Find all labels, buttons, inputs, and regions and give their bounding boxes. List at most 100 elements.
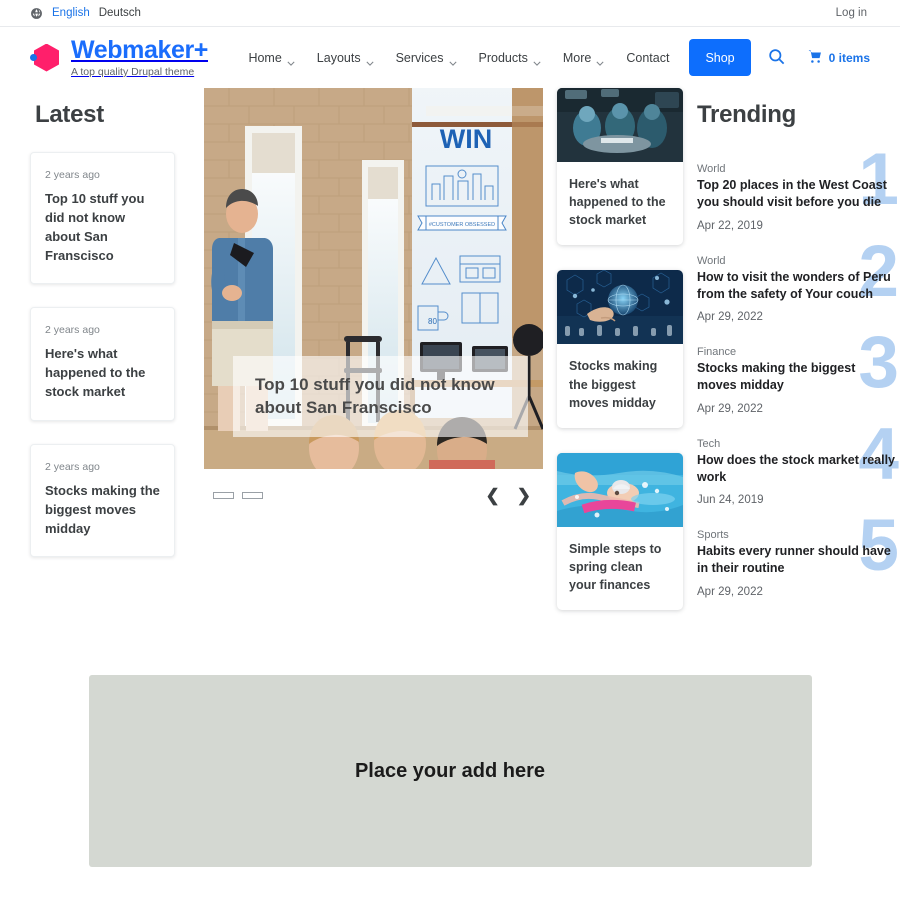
trending-item[interactable]: 4 Tech How does the stock market really … [697,418,899,507]
hero-caption: Top 10 stuff you did not know about San … [233,356,528,437]
top-content-region: Latest 2 years ago Top 10 stuff you did … [0,88,900,635]
trending-title: Stocks making the biggest moves midday [697,361,856,393]
nav-item-more[interactable]: More [552,50,615,66]
trending-title: How to visit the wonders of Peru from th… [697,269,891,301]
trending-title: Habits every runner should have in their… [697,544,891,576]
latest-card-title: Top 10 stuff you did not know about San … [45,191,145,263]
chevron-down-icon [596,55,604,66]
trending-title: Top 20 places in the West Coast you shou… [697,178,887,210]
nav-label: Contact [626,50,670,65]
latest-card-date: 2 years ago [45,324,100,337]
utility-bar: English Deutsch Log in [0,0,900,27]
trending-date: Apr 29, 2022 [697,585,763,598]
chevron-left-icon[interactable]: ❮ [486,487,500,504]
swimmer-photo [557,452,683,527]
ad-placeholder-text: Place your add here [354,759,546,782]
chevron-down-icon [448,55,457,66]
search-icon [767,47,786,69]
brand-logo[interactable]: Webmaker+ A top quality Drupal theme [30,35,208,78]
trending-category: Sports [697,529,729,541]
article-card[interactable]: Stocks making the biggest moves midday [557,270,683,428]
nav-item-services[interactable]: Services [385,50,468,66]
surgery-photo [557,88,683,162]
search-button[interactable] [767,47,786,69]
nav-label: More [562,50,592,65]
trending-heading: Trending [697,101,796,128]
trending-item[interactable]: 2 World How to visit the wonders of Peru… [697,235,899,324]
nav-label: Services [395,50,444,65]
trending-list: 1 World Top 20 places in the West Coast … [697,143,899,598]
featured-cards-column: Here's what happened to the stock market [557,88,683,635]
hero-carousel: WIN #CUSTOMER OBSESSED 80 Top 10 stuff y… [204,88,543,635]
trending-date: Apr 29, 2022 [697,311,763,323]
chevron-down-icon [366,55,374,66]
article-card-body: Stocks making the biggest moves midday [557,344,683,427]
trending-item[interactable]: 5 Sports Habits every runner should have… [697,509,899,598]
nav-label: Layouts [316,50,361,65]
chevron-down-icon [533,55,541,66]
article-card[interactable]: Here's what happened to the stock market [557,88,683,246]
article-card-image [557,270,683,345]
carousel-dot-1[interactable] [213,491,234,499]
page-root: English Deutsch Log in Webmaker+ A top q… [0,0,900,900]
hero-slide[interactable]: WIN #CUSTOMER OBSESSED 80 Top 10 stuff y… [204,88,543,469]
trending-item[interactable]: 1 World Top 20 places in the West Coast … [697,143,899,232]
main-navigation: Home Layouts Services Products More Cont… [237,39,870,76]
nav-item-home[interactable]: Home [237,50,305,66]
nav-item-contact[interactable]: Contact [615,51,680,65]
shop-button[interactable]: Shop [689,39,751,76]
brand-tagline: A top quality Drupal theme [71,65,195,78]
latest-card[interactable]: 2 years ago Stocks making the biggest mo… [30,443,175,558]
nav-label: Products [478,50,528,65]
tech-globe-photo [557,270,683,345]
article-card-title: Stocks making the biggest moves midday [569,359,658,410]
latest-card-title: Stocks making the biggest moves midday [45,482,160,536]
nav-label: Home [248,50,282,65]
trending-date: Jun 24, 2019 [697,494,764,506]
article-card-image [557,88,683,162]
article-card-image [557,452,683,527]
trending-category: World [697,254,726,267]
nav-item-products[interactable]: Products [468,50,552,66]
cart-icon [808,49,823,67]
svg-text:WIN: WIN [440,124,492,154]
chevron-right-icon[interactable]: ❯ [517,487,531,504]
article-card-body: Here's what happened to the stock market [557,162,683,245]
trending-column: Trending 1 World Top 20 places in the We… [697,88,899,635]
trending-item[interactable]: 3 Finance Stocks making the biggest move… [697,326,899,415]
latest-column: Latest 2 years ago Top 10 stuff you did … [30,88,175,635]
ad-placeholder[interactable]: Place your add here [88,675,812,868]
brand-name: Webmaker+ [71,35,208,64]
language-deutsch[interactable]: Deutsch [99,7,141,19]
brand-text: Webmaker+ A top quality Drupal theme [71,35,208,78]
hexagon-logo-icon [30,42,60,74]
site-header: Webmaker+ A top quality Drupal theme Hom… [0,27,900,88]
trending-date: Apr 29, 2022 [697,402,763,415]
trending-category: World [697,163,726,175]
latest-card-title: Here's what happened to the stock market [45,346,146,400]
cart-link[interactable]: 0 items [808,49,870,67]
latest-heading: Latest [35,101,104,128]
latest-card-date: 2 years ago [45,460,100,473]
trending-category: Tech [697,437,721,450]
carousel-arrows: ❮ ❯ [486,487,544,504]
svg-text:#CUSTOMER OBSESSED: #CUSTOMER OBSESSED [429,222,495,228]
cart-count-label: 0 items [828,50,870,65]
carousel-dot-2[interactable] [242,491,263,499]
latest-card[interactable]: 2 years ago Top 10 stuff you did not kno… [30,152,175,285]
trending-title: How does the stock market really work [697,452,895,484]
article-card-body: Simple steps to spring clean your financ… [557,527,683,610]
latest-card[interactable]: 2 years ago Here's what happened to the … [30,307,175,421]
globe-icon [30,7,43,20]
login-link[interactable]: Log in [836,7,867,19]
svg-text:80: 80 [428,317,437,326]
language-english[interactable]: English [52,7,90,19]
chevron-down-icon [287,55,295,66]
language-switcher: English Deutsch [30,7,141,20]
article-card[interactable]: Simple steps to spring clean your financ… [557,452,683,611]
carousel-controls: ❮ ❯ [204,477,543,513]
nav-item-layouts[interactable]: Layouts [306,50,385,66]
latest-card-date: 2 years ago [45,169,100,181]
article-card-title: Here's what happened to the stock market [569,177,666,228]
carousel-pagination [204,491,263,499]
